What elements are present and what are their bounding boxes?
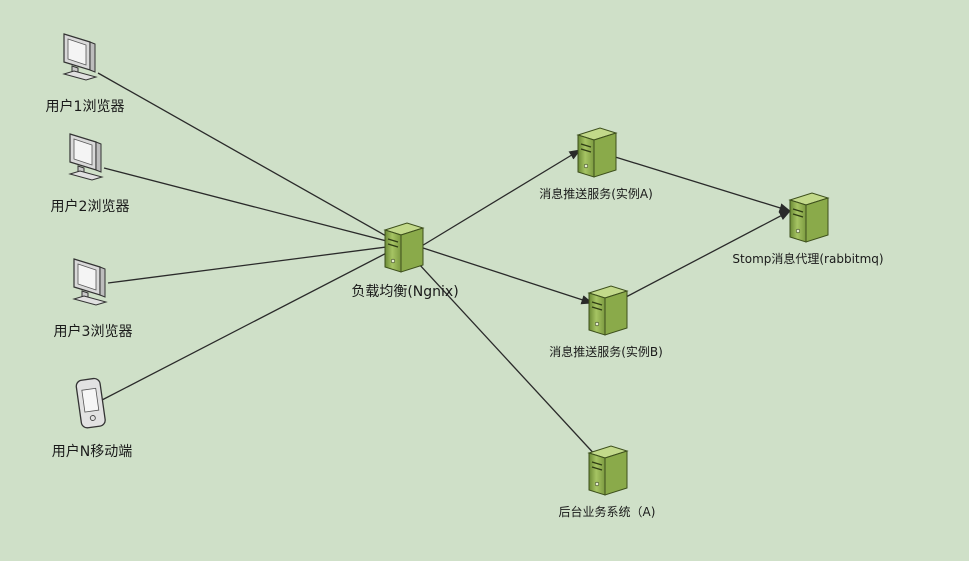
user2-label: 用户2浏览器	[50, 199, 130, 215]
pushB-node	[587, 285, 629, 336]
pushA-node	[576, 127, 618, 178]
diagram-canvas	[62, 33, 830, 496]
nodes-layer	[62, 33, 830, 496]
edge-user1-to-lb	[97, 72, 404, 246]
backend-node	[587, 445, 629, 496]
edge-pushA-to-broker	[611, 155, 792, 213]
edge-userN-to-lb	[101, 244, 404, 401]
broker-node	[788, 192, 830, 243]
server-icon	[788, 192, 830, 243]
server-icon	[587, 285, 629, 336]
user2-node	[68, 133, 104, 181]
lb-node	[383, 222, 425, 273]
backend-label: 后台业务系统（A)	[558, 505, 656, 519]
userN-label: 用户N移动端	[51, 444, 133, 460]
server-icon	[576, 127, 618, 178]
lb-label: 负载均衡(Ngnix)	[351, 284, 459, 300]
broker-label: Stomp消息代理(rabbitmq)	[732, 252, 884, 266]
user3-node	[72, 258, 108, 306]
pushA-label: 消息推送服务(实例A)	[539, 187, 653, 201]
monitor-icon	[62, 33, 98, 81]
user3-label: 用户3浏览器	[53, 324, 133, 340]
edge-user3-to-lb	[107, 241, 404, 284]
pushB-label: 消息推送服务(实例B)	[549, 345, 663, 359]
user1-label: 用户1浏览器	[45, 99, 125, 115]
mobile-phone-icon	[75, 377, 106, 429]
monitor-icon	[72, 258, 108, 306]
server-icon	[383, 222, 425, 273]
user1-node	[62, 33, 98, 81]
userN-node	[75, 377, 106, 429]
edges-layer	[97, 72, 792, 459]
server-icon	[587, 445, 629, 496]
edge-user2-to-lb	[103, 167, 404, 247]
monitor-icon	[68, 133, 104, 181]
